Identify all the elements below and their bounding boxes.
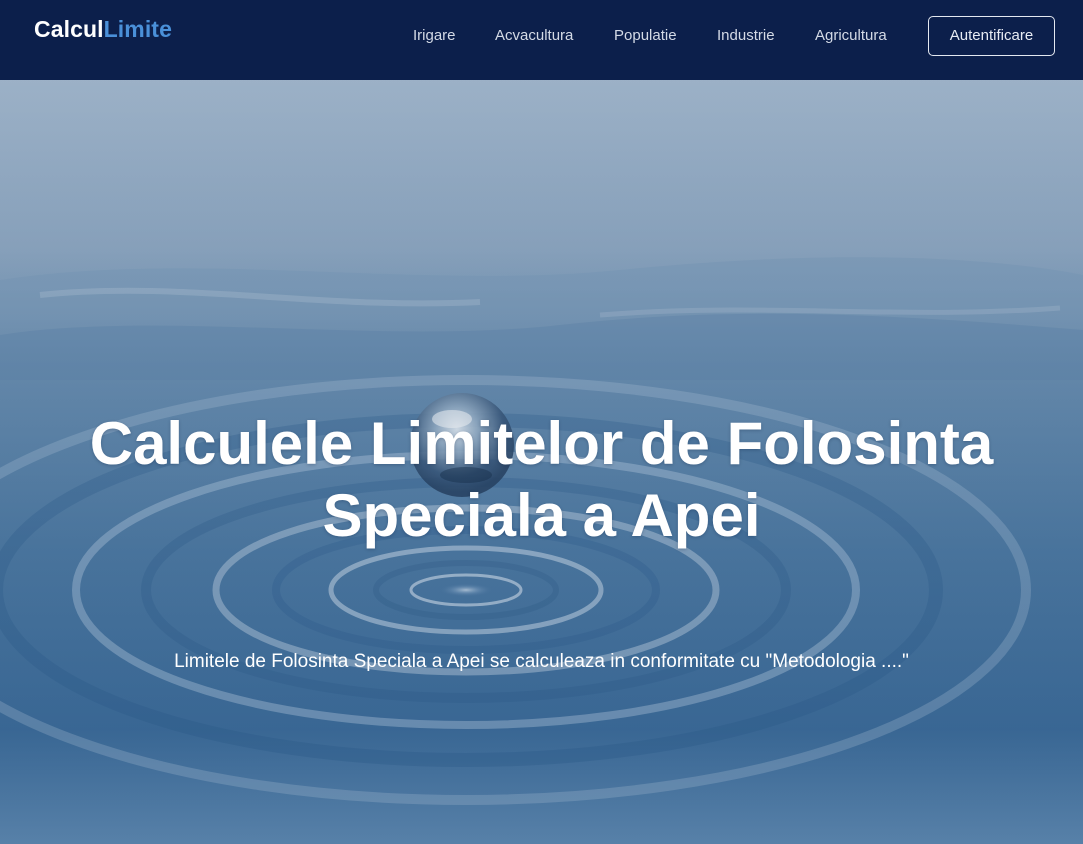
nav-link-populatie[interactable]: Populatie <box>614 26 677 46</box>
nav-link-agricultura[interactable]: Agricultura <box>815 26 887 46</box>
page: CalculLimite Irigare Acvacultura Populat… <box>0 0 1083 844</box>
login-button[interactable]: Autentificare <box>928 16 1055 56</box>
hero-title-line-2: Speciala a Apei <box>322 482 761 549</box>
top-navbar: CalculLimite Irigare Acvacultura Populat… <box>0 0 1083 80</box>
nav-link-acvacultura[interactable]: Acvacultura <box>495 26 573 46</box>
hero-subtitle: Limitele de Folosinta Speciala a Apei se… <box>174 651 909 672</box>
hero-title-line-1: Calculele Limitelor de Folosinta <box>89 410 994 477</box>
brand-primary-text: Calcul <box>34 16 104 42</box>
hero-title: Calculele Limitelor de Folosinta Special… <box>0 408 1083 552</box>
brand-accent-text: Limite <box>103 16 172 42</box>
nav-link-irigare[interactable]: Irigare <box>413 26 456 46</box>
hero-section: Calculele Limitelor de Folosinta Special… <box>0 80 1083 844</box>
nav-link-industrie[interactable]: Industrie <box>717 26 775 46</box>
brand-logo[interactable]: CalculLimite <box>34 15 172 43</box>
